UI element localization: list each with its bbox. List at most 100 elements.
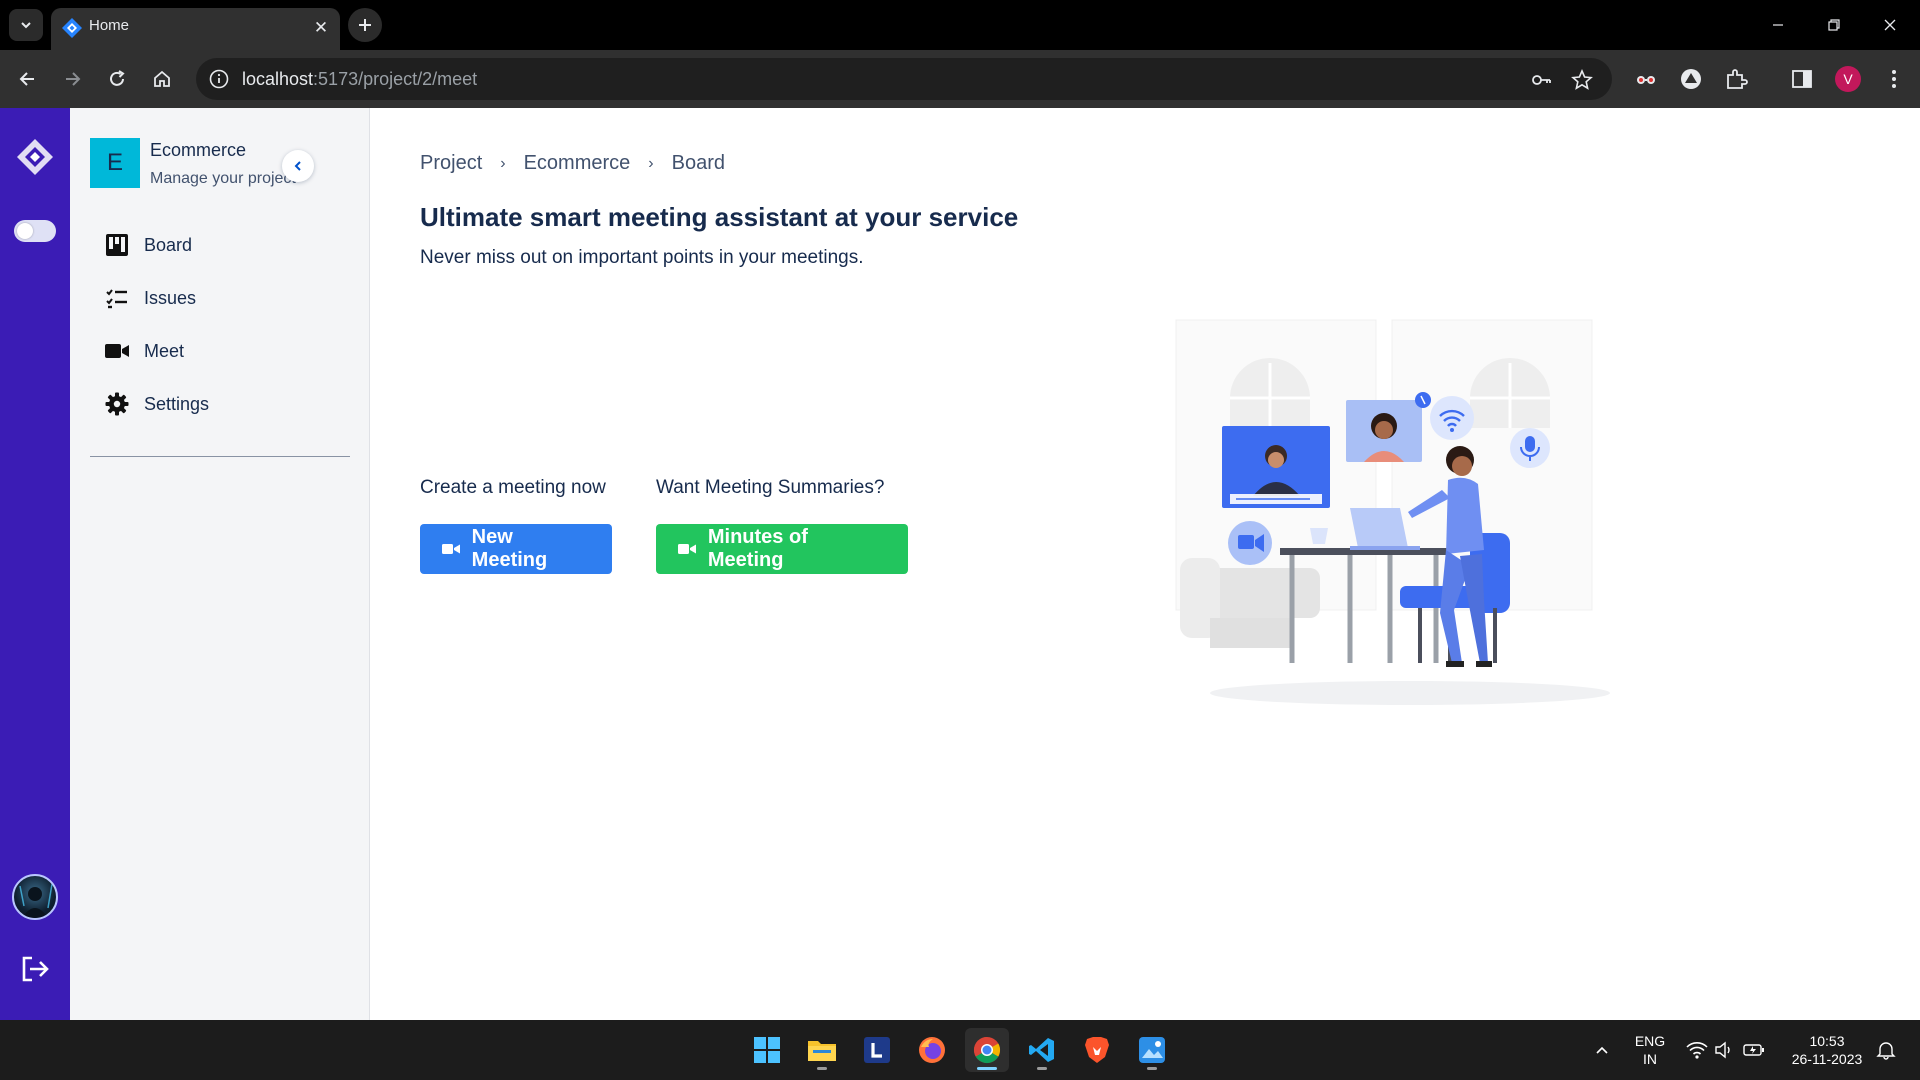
tray-overflow-button[interactable] [1590,1038,1614,1062]
taskbar-brave[interactable] [1075,1028,1119,1072]
side-panel-icon[interactable] [1788,65,1816,93]
url-text[interactable]: localhost:5173/project/2/meet [242,69,477,90]
extensions-puzzle-icon[interactable] [1722,65,1750,93]
file-explorer-icon [808,1041,836,1061]
issues-icon [104,285,130,311]
create-meeting-label: Create a meeting now [420,477,606,498]
app-logo-icon[interactable] [15,137,55,177]
brave-icon [1085,1037,1109,1063]
profile-avatar[interactable]: V [1834,65,1862,93]
photos-icon [1139,1037,1165,1063]
bookmark-star-icon[interactable] [1570,68,1594,92]
restore-icon [1828,19,1840,31]
close-icon[interactable]: ✕ [312,19,330,37]
board-icon [104,232,130,258]
main-content: Project › Ecommerce › Board Ultimate sma… [370,108,1920,1020]
taskbar-chrome[interactable] [965,1028,1009,1072]
sidebar-item-label: Issues [144,287,197,308]
breadcrumb-item-project[interactable]: Project [420,152,482,175]
windows-start-icon [754,1037,780,1063]
url-host: localhost [242,69,314,89]
browser-toolbar: localhost:5173/project/2/meet V [0,50,1920,108]
language-line-2: IN [1643,1051,1657,1067]
sidebar-item-settings[interactable]: Settings [104,384,344,424]
breadcrumb-separator: › [648,154,654,172]
password-key-icon[interactable] [1529,68,1553,92]
minutes-of-meeting-label: Minutes of Meeting [707,526,808,571]
left-rail [0,108,70,1020]
vscode-icon [1029,1038,1054,1062]
extension-glasses-icon[interactable] [1632,65,1660,93]
taskbar-file-explorer[interactable] [800,1028,844,1072]
home-icon [154,70,170,87]
taskbar-vscode[interactable] [1020,1028,1064,1072]
l-app-icon [864,1037,890,1063]
breadcrumb-separator: › [500,154,506,172]
profile-initial: V [1835,66,1861,92]
sidebar-item-issues[interactable]: Issues [104,278,344,318]
theme-toggle[interactable] [14,220,56,242]
collapse-sidebar-button[interactable] [282,150,314,182]
video-icon [440,538,462,560]
reload-button[interactable] [101,63,133,95]
sidebar-item-meet[interactable]: Meet [104,331,344,371]
meeting-illustration [1175,319,1610,705]
taskbar-photos[interactable] [1130,1028,1174,1072]
reload-icon [110,70,125,86]
toggle-knob [17,223,33,239]
firefox-icon [919,1037,945,1063]
taskbar-firefox[interactable] [910,1028,954,1072]
site-info-icon[interactable] [208,68,230,90]
battery-icon[interactable] [1742,1038,1766,1062]
breadcrumb: Project › Ecommerce › Board [420,152,725,175]
project-subtitle: Manage your project [150,170,296,187]
address-bar[interactable]: localhost:5173/project/2/meet [196,58,1612,100]
minutes-of-meeting-button[interactable]: Minutes of Meeting [656,524,908,574]
user-avatar[interactable] [12,874,58,920]
windows-start-button[interactable] [745,1028,789,1072]
tab-search-button[interactable] [9,9,43,41]
browser-tab[interactable]: Home ✕ [51,8,340,50]
minimize-button[interactable] [1754,10,1802,40]
home-button[interactable] [146,63,178,95]
volume-icon[interactable] [1712,1038,1736,1062]
back-button[interactable] [12,63,44,95]
sidebar-item-board[interactable]: Board [104,225,344,265]
running-indicator [1037,1067,1047,1070]
new-tab-button[interactable] [348,8,382,42]
taskbar-l-app[interactable] [855,1028,899,1072]
project-avatar: E [90,138,140,188]
chevron-up-icon [1596,1046,1608,1054]
avatar-silhouette-icon [19,883,53,918]
diamond-favicon-icon [62,18,82,38]
window-close-button[interactable] [1866,10,1914,40]
project-name: Ecommerce [150,140,247,160]
clock-time: 10:53 [1809,1033,1845,1049]
chevron-down-icon [21,22,31,29]
new-meeting-button[interactable]: New Meeting [420,524,612,574]
clock[interactable]: 10:53 26-11-2023 [1784,1032,1870,1068]
browser-menu-button[interactable] [1880,65,1908,93]
extension-drive-icon[interactable] [1677,65,1705,93]
minimize-icon [1773,24,1783,26]
chevron-left-icon [294,161,301,171]
tab-title: Home [89,17,130,34]
gear-icon [104,391,130,417]
breadcrumb-item-ecommerce[interactable]: Ecommerce [524,152,631,175]
app-container: E Ecommerce Manage your project Board Is… [0,108,1920,1020]
wifi-icon[interactable] [1685,1038,1709,1062]
breadcrumb-item-board[interactable]: Board [672,152,725,175]
sidebar-divider [90,456,350,457]
chrome-icon [973,1036,1001,1064]
new-meeting-label: New Meeting [471,526,548,571]
language-line-1: ENG [1634,1033,1666,1049]
windows-taskbar: ENG IN 10:53 26-11-2023 [0,1020,1920,1080]
forward-button[interactable] [56,63,88,95]
restore-button[interactable] [1810,10,1858,40]
plus-icon [359,19,371,31]
notification-icon[interactable] [1874,1038,1898,1062]
running-indicator [1147,1067,1157,1070]
kebab-menu-icon [1892,70,1896,88]
logout-icon[interactable] [18,952,52,986]
language-indicator[interactable]: ENG IN [1630,1032,1670,1068]
